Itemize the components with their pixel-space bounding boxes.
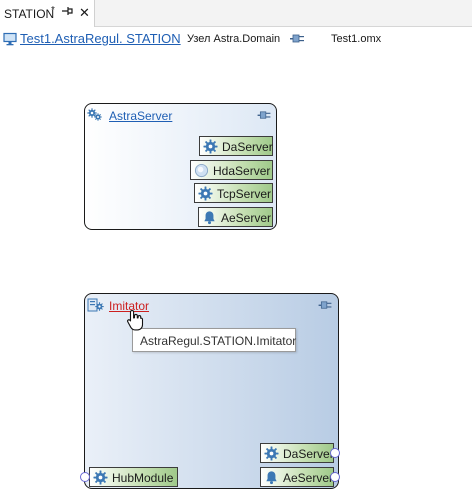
history-icon [194,163,209,178]
network-icon [257,110,271,121]
port-aeserver[interactable]: AeServer [198,207,273,227]
server-gears-icon [87,108,102,121]
tab-station[interactable]: STATION * ✕ [0,0,95,27]
gear-icon [93,470,108,485]
station-link[interactable]: Test1.AstraRegul. STATION [20,31,181,46]
connector-aeserver[interactable] [330,472,340,482]
port-label: DaServer [283,447,334,461]
network-icon [318,300,332,311]
tooltip: AstraRegul.STATION.Imitator [132,328,296,352]
monitor-icon [3,32,17,46]
tooltip-text: AstraRegul.STATION.Imitator [140,334,297,348]
port-hdaserver[interactable]: HdaServer [190,160,273,180]
imitator-icon [87,298,104,312]
port-label: HdaServer [213,164,271,178]
bell-icon [202,210,217,225]
port-label: TcpServer [217,187,272,201]
port-daserver[interactable]: DaServer [199,136,273,156]
astraserver-block[interactable]: AstraServer DaServer HdaServer TcpServer… [84,103,277,230]
path-bar: Test1.AstraRegul. STATION Узел Astra.Dom… [0,28,472,50]
tab-title: STATION [4,7,55,21]
imitator-block[interactable]: Imitator DaServer AeServer HubModule [80,293,340,489]
port-aeserver[interactable]: AeServer [260,467,334,487]
document-tab-strip: STATION * ✕ [0,0,472,27]
pin-icon[interactable] [60,3,74,19]
hand-cursor-icon [127,309,144,331]
network-icon [290,33,304,45]
connector-daserver[interactable] [330,448,340,458]
port-hubmodule[interactable]: HubModule [89,467,178,487]
port-label: AeServer [283,471,334,485]
gear-icon [203,139,218,154]
port-label: AeServer [221,211,272,225]
port-label: HubModule [112,471,174,485]
connector-hubmodule[interactable] [80,472,90,482]
port-daserver[interactable]: DaServer [260,443,334,463]
port-label: DaServer [222,140,273,154]
astraserver-title-link[interactable]: AstraServer [109,109,172,123]
gear-icon [198,186,213,201]
bell-icon [264,470,279,485]
node-label: Узел Astra.Domain [187,33,281,45]
file-name: Test1.omx [331,33,382,45]
tab-modified-marker: * [51,5,55,16]
gear-icon [264,446,279,461]
close-icon[interactable]: ✕ [79,6,90,19]
port-tcpserver[interactable]: TcpServer [194,183,273,203]
